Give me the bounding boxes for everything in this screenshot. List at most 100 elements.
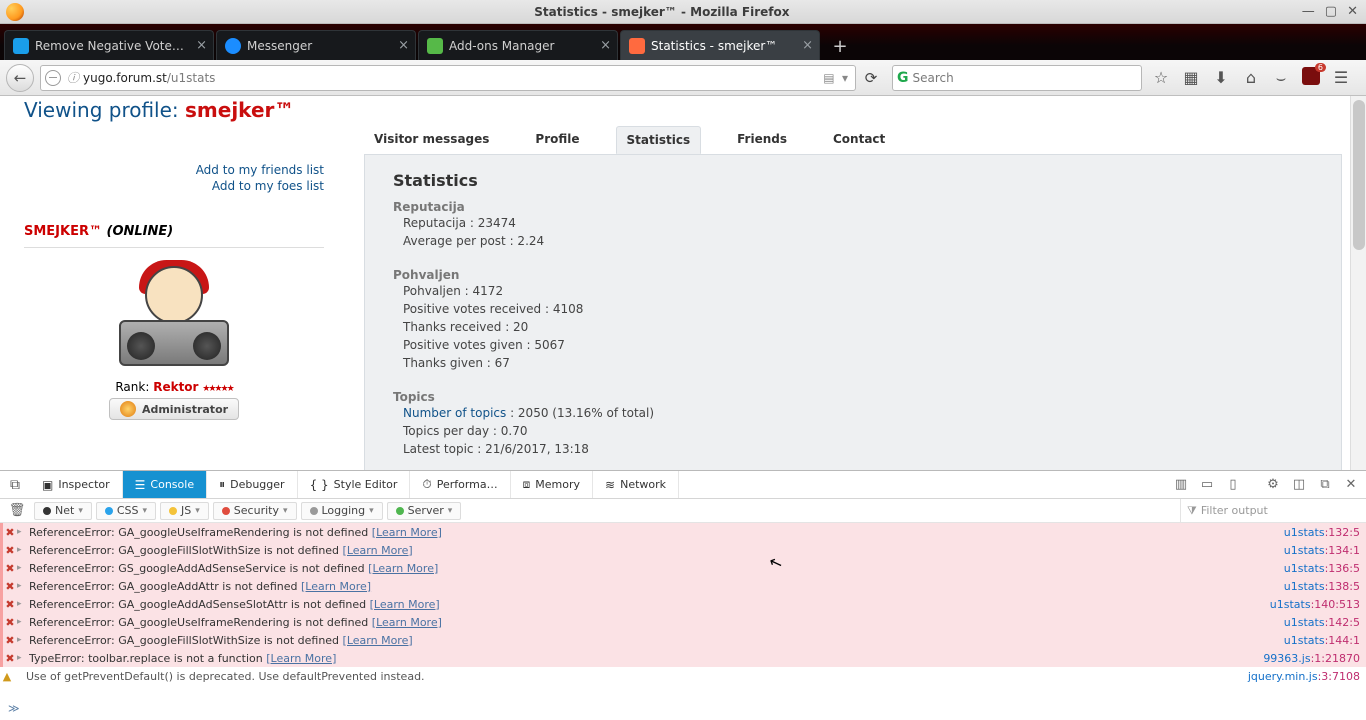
console-output[interactable]: ↖ ✖▸ReferenceError: GA_googleUseIframeRe…: [0, 523, 1366, 702]
source-link[interactable]: u1stats: [1270, 598, 1311, 611]
devtools-tab-icon: ≋: [605, 478, 615, 492]
url-path: /u1stats: [167, 71, 216, 85]
devtools-dock-sep-icon[interactable]: ◫: [1288, 477, 1310, 492]
console-message[interactable]: ✖▸TypeError: toolbar.replace is not a fu…: [0, 649, 1366, 667]
profile-tabs: Visitor messages Profile Statistics Friends…: [364, 126, 1342, 155]
devtools-tab-debugger[interactable]: ⏸Debugger: [207, 471, 297, 498]
maximize-button[interactable]: ▢: [1325, 4, 1337, 19]
console-filter-js[interactable]: JS▾: [160, 502, 209, 520]
learn-more-link[interactable]: [Learn More]: [301, 580, 371, 593]
learn-more-link[interactable]: [Learn More]: [266, 652, 336, 665]
info-icon[interactable]: ⓘ: [67, 69, 79, 86]
source-link[interactable]: jquery.min.js: [1248, 670, 1318, 683]
source-link[interactable]: u1stats: [1284, 616, 1325, 629]
learn-more-link[interactable]: [Learn More]: [370, 598, 440, 611]
devtools-tab-inspector[interactable]: ▣Inspector: [30, 471, 123, 498]
devtools-panel: ⧉ ▣Inspector☰Console⏸Debugger{ }Style Ed…: [0, 470, 1366, 720]
learn-more-link[interactable]: [Learn More]: [372, 526, 442, 539]
devtools-tab-performa-[interactable]: ⏱Performa…: [410, 471, 510, 498]
devtools-settings-icon[interactable]: ⚙: [1262, 477, 1284, 492]
add-friends-link[interactable]: Add to my friends list: [24, 162, 324, 178]
console-filter-css[interactable]: CSS▾: [96, 502, 156, 520]
bookmark-star-icon[interactable]: ☆: [1150, 68, 1172, 87]
browser-tab[interactable]: Messenger×: [216, 30, 416, 60]
new-tab-button[interactable]: +: [826, 36, 854, 60]
grid-icon[interactable]: ▦: [1180, 68, 1202, 87]
devtools-close-icon[interactable]: ✕: [1340, 477, 1362, 492]
learn-more-link[interactable]: [Learn More]: [343, 544, 413, 557]
profile-tab-visitor-messages[interactable]: Visitor messages: [364, 126, 499, 154]
devtools-tab-network[interactable]: ≋Network: [593, 471, 679, 498]
search-bar[interactable]: G Search: [892, 65, 1142, 91]
stats-link[interactable]: Number of topics: [403, 406, 506, 420]
devtools-responsive-icon[interactable]: ▭: [1196, 477, 1218, 492]
source-link[interactable]: u1stats: [1284, 580, 1325, 593]
url-bar[interactable]: ⓘ yugo.forum.st/u1stats ▤ ▾: [40, 65, 856, 91]
console-message[interactable]: ✖▸ReferenceError: GS_googleAddAdSenseSer…: [0, 559, 1366, 577]
devtools-tab-style-editor[interactable]: { }Style Editor: [298, 471, 411, 498]
console-message[interactable]: ✖▸ReferenceError: GA_googleFillSlotWithS…: [0, 631, 1366, 649]
page-content: Viewing profile: smejker™ Add to my frie…: [0, 96, 1366, 470]
source-link[interactable]: u1stats: [1284, 634, 1325, 647]
learn-more-link[interactable]: [Learn More]: [368, 562, 438, 575]
browser-tab[interactable]: Statistics - smejker™ ×: [620, 30, 820, 60]
source-link[interactable]: u1stats: [1284, 562, 1325, 575]
stats-section-title: Topics: [393, 390, 1313, 404]
tab-close-icon[interactable]: ×: [196, 38, 207, 53]
console-message[interactable]: ✖▸ReferenceError: GA_googleAddAdSenseSlo…: [0, 595, 1366, 613]
browser-tab[interactable]: Remove Negative Votes …×: [4, 30, 214, 60]
dropdown-icon[interactable]: ▾: [839, 71, 851, 85]
console-filter-security[interactable]: Security▾: [213, 502, 297, 520]
page-scrollbar[interactable]: [1350, 96, 1366, 470]
console-message[interactable]: ✖▸ReferenceError: GA_googleAddAttr is no…: [0, 577, 1366, 595]
funnel-icon: ⧩: [1187, 504, 1197, 518]
learn-more-link[interactable]: [Learn More]: [372, 616, 442, 629]
console-filter-server[interactable]: Server▾: [387, 502, 462, 520]
profile-tab-friends[interactable]: Friends: [727, 126, 797, 154]
profile-tab-contact[interactable]: Contact: [823, 126, 895, 154]
devtools-split-icon[interactable]: ▥: [1170, 477, 1192, 492]
stats-row: Average per post : 2.24: [403, 232, 1313, 250]
tab-close-icon[interactable]: ×: [398, 38, 409, 53]
console-filter-input[interactable]: ⧩ Filter output: [1180, 499, 1360, 522]
console-prompt[interactable]: ≫: [0, 702, 1366, 720]
profile-tab-profile[interactable]: Profile: [525, 126, 589, 154]
tab-favicon: [13, 38, 29, 54]
menu-icon[interactable]: ☰: [1330, 68, 1352, 87]
os-titlebar: Statistics - smejker™ - Mozilla Firefox …: [0, 0, 1366, 24]
devtools-iframe-picker[interactable]: ⧉: [0, 477, 30, 493]
source-link[interactable]: 99363.js: [1263, 652, 1310, 665]
console-message[interactable]: ▲Use of getPreventDefault() is deprecate…: [0, 667, 1366, 685]
close-window-button[interactable]: ✕: [1347, 4, 1358, 19]
devtools-pane-icon[interactable]: ▯: [1222, 477, 1244, 492]
console-message[interactable]: ✖▸ReferenceError: GA_googleFillSlotWithS…: [0, 541, 1366, 559]
add-foes-link[interactable]: Add to my foes list: [24, 178, 324, 194]
tab-close-icon[interactable]: ×: [600, 38, 611, 53]
tab-title: Statistics - smejker™: [651, 39, 796, 53]
console-filter-net[interactable]: Net▾: [34, 502, 92, 520]
reader-mode-icon[interactable]: ▤: [819, 71, 839, 85]
console-message[interactable]: ✖▸ReferenceError: GA_googleUseIframeRend…: [0, 523, 1366, 541]
browser-tab[interactable]: Add-ons Manager×: [418, 30, 618, 60]
profile-tab-statistics[interactable]: Statistics: [616, 126, 702, 154]
console-message[interactable]: ✖▸ReferenceError: GA_googleUseIframeRend…: [0, 613, 1366, 631]
home-icon[interactable]: ⌂: [1240, 68, 1262, 87]
ublock-icon[interactable]: 6: [1300, 67, 1322, 89]
devtools-tab-memory[interactable]: ⧈Memory: [511, 471, 593, 498]
dot-icon: [169, 507, 177, 515]
devtools-tab-console[interactable]: ☰Console: [123, 471, 207, 498]
minimize-button[interactable]: —: [1302, 4, 1315, 19]
reload-button[interactable]: ⟳: [856, 69, 886, 87]
devtools-tab-icon: ⏸: [219, 477, 225, 492]
tab-close-icon[interactable]: ×: [802, 38, 813, 53]
source-link[interactable]: u1stats: [1284, 544, 1325, 557]
console-filter-logging[interactable]: Logging▾: [301, 502, 383, 520]
learn-more-link[interactable]: [Learn More]: [343, 634, 413, 647]
devtools-popout-icon[interactable]: ⧉: [1314, 477, 1336, 492]
back-button[interactable]: ←: [6, 64, 34, 92]
pocket-icon[interactable]: ⌣: [1270, 68, 1292, 88]
downloads-icon[interactable]: ⬇: [1210, 68, 1232, 87]
console-clear-button[interactable]: 🗑: [6, 503, 28, 518]
search-placeholder: Search: [913, 71, 954, 85]
source-link[interactable]: u1stats: [1284, 526, 1325, 539]
